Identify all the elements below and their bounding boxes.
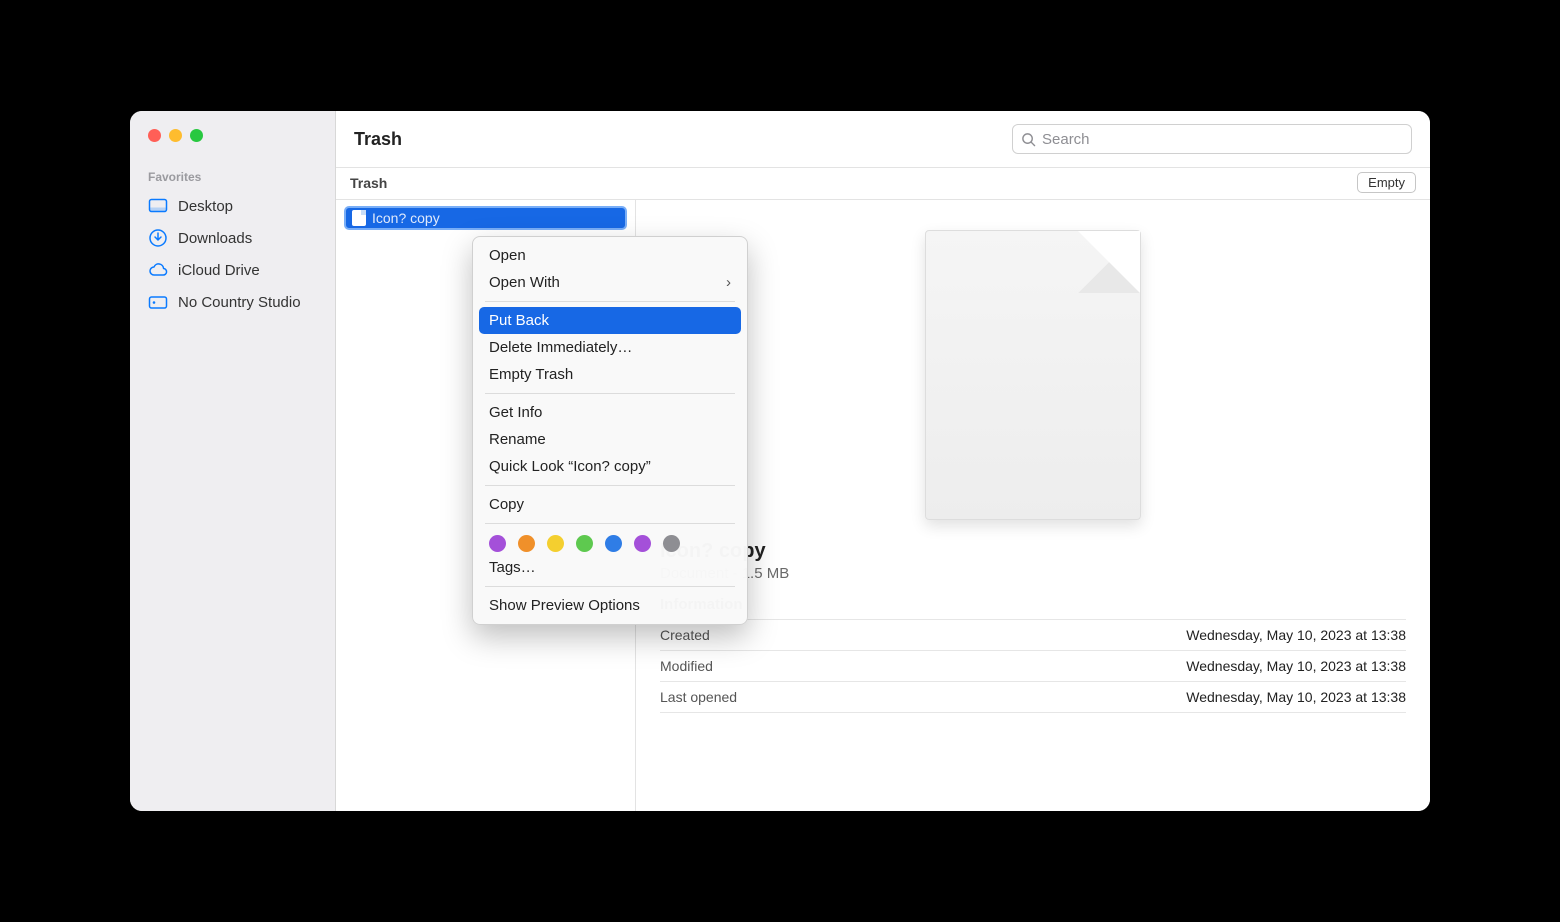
info-label: Created xyxy=(660,627,710,643)
sidebar: Favorites Desktop Downloads iCloud Drive… xyxy=(130,111,335,811)
tag-purple[interactable] xyxy=(489,535,506,552)
tag-green[interactable] xyxy=(576,535,593,552)
downloads-icon xyxy=(148,228,168,248)
menu-copy[interactable]: Copy xyxy=(473,491,747,518)
menu-get-info[interactable]: Get Info xyxy=(473,399,747,426)
tag-gray[interactable] xyxy=(663,535,680,552)
folder-icon xyxy=(148,292,168,312)
location-title: Trash xyxy=(350,175,387,191)
menu-quick-look[interactable]: Quick Look “Icon? copy” xyxy=(473,453,747,480)
menu-empty-trash[interactable]: Empty Trash xyxy=(473,361,747,388)
zoom-window-button[interactable] xyxy=(190,129,203,142)
info-value: Wednesday, May 10, 2023 at 13:38 xyxy=(1186,658,1406,674)
preview-file-name: Icon? copy xyxy=(660,540,1406,563)
info-value: Wednesday, May 10, 2023 at 13:38 xyxy=(1186,627,1406,643)
toolbar: Trash xyxy=(336,111,1430,167)
info-label: Modified xyxy=(660,658,713,674)
tag-blue[interactable] xyxy=(605,535,622,552)
tag-orange[interactable] xyxy=(518,535,535,552)
menu-put-back[interactable]: Put Back xyxy=(479,307,741,334)
desktop-icon xyxy=(148,196,168,216)
menu-separator xyxy=(485,301,735,302)
sidebar-label: No Country Studio xyxy=(178,294,301,311)
menu-rename[interactable]: Rename xyxy=(473,426,747,453)
menu-separator xyxy=(485,523,735,524)
menu-separator xyxy=(485,393,735,394)
menu-separator xyxy=(485,586,735,587)
info-row-created: Created Wednesday, May 10, 2023 at 13:38 xyxy=(660,619,1406,650)
preview-document-icon xyxy=(925,230,1141,520)
traffic-lights xyxy=(130,129,335,142)
preview-thumbnail-area xyxy=(636,200,1430,540)
sidebar-section-favorites: Favorites xyxy=(130,170,335,190)
sidebar-item-icloud[interactable]: iCloud Drive xyxy=(130,254,335,286)
tag-yellow[interactable] xyxy=(547,535,564,552)
sidebar-item-nocountry[interactable]: No Country Studio xyxy=(130,286,335,318)
info-label: Last opened xyxy=(660,689,737,705)
preview-pane: Icon? copy Document - 1.5 MB Information… xyxy=(636,200,1430,811)
context-menu: Open Open With › Put Back Delete Immedia… xyxy=(472,236,748,625)
sidebar-label: iCloud Drive xyxy=(178,262,260,279)
menu-tag-row xyxy=(473,529,747,554)
info-value: Wednesday, May 10, 2023 at 13:38 xyxy=(1186,689,1406,705)
chevron-right-icon: › xyxy=(726,274,731,291)
menu-separator xyxy=(485,485,735,486)
empty-trash-button[interactable]: Empty xyxy=(1357,172,1416,193)
menu-open-with[interactable]: Open With › xyxy=(473,269,747,296)
file-name: Icon? copy xyxy=(372,210,440,226)
cloud-icon xyxy=(148,260,168,280)
minimize-window-button[interactable] xyxy=(169,129,182,142)
sidebar-item-downloads[interactable]: Downloads xyxy=(130,222,335,254)
sidebar-label: Desktop xyxy=(178,198,233,215)
menu-tags[interactable]: Tags… xyxy=(473,554,747,581)
info-row-modified: Modified Wednesday, May 10, 2023 at 13:3… xyxy=(660,650,1406,681)
preview-meta: Icon? copy Document - 1.5 MB Information… xyxy=(636,540,1430,713)
window-title: Trash xyxy=(354,129,402,150)
search-input[interactable] xyxy=(1042,131,1403,148)
menu-preview-options[interactable]: Show Preview Options xyxy=(473,592,747,619)
search-field[interactable] xyxy=(1012,124,1412,154)
search-icon xyxy=(1021,132,1036,147)
close-window-button[interactable] xyxy=(148,129,161,142)
sidebar-label: Downloads xyxy=(178,230,252,247)
document-icon xyxy=(352,210,366,226)
tag-purple-2[interactable] xyxy=(634,535,651,552)
menu-delete-immediately[interactable]: Delete Immediately… xyxy=(473,334,747,361)
info-header: Information xyxy=(660,596,1406,613)
info-row-lastopened: Last opened Wednesday, May 10, 2023 at 1… xyxy=(660,681,1406,713)
menu-open[interactable]: Open xyxy=(473,242,747,269)
finder-window: Favorites Desktop Downloads iCloud Drive… xyxy=(130,111,1430,811)
path-bar: Trash Empty xyxy=(336,167,1430,200)
preview-kind-size: Document - 1.5 MB xyxy=(660,565,1406,582)
sidebar-item-desktop[interactable]: Desktop xyxy=(130,190,335,222)
file-row-selected[interactable]: Icon? copy xyxy=(344,206,627,230)
